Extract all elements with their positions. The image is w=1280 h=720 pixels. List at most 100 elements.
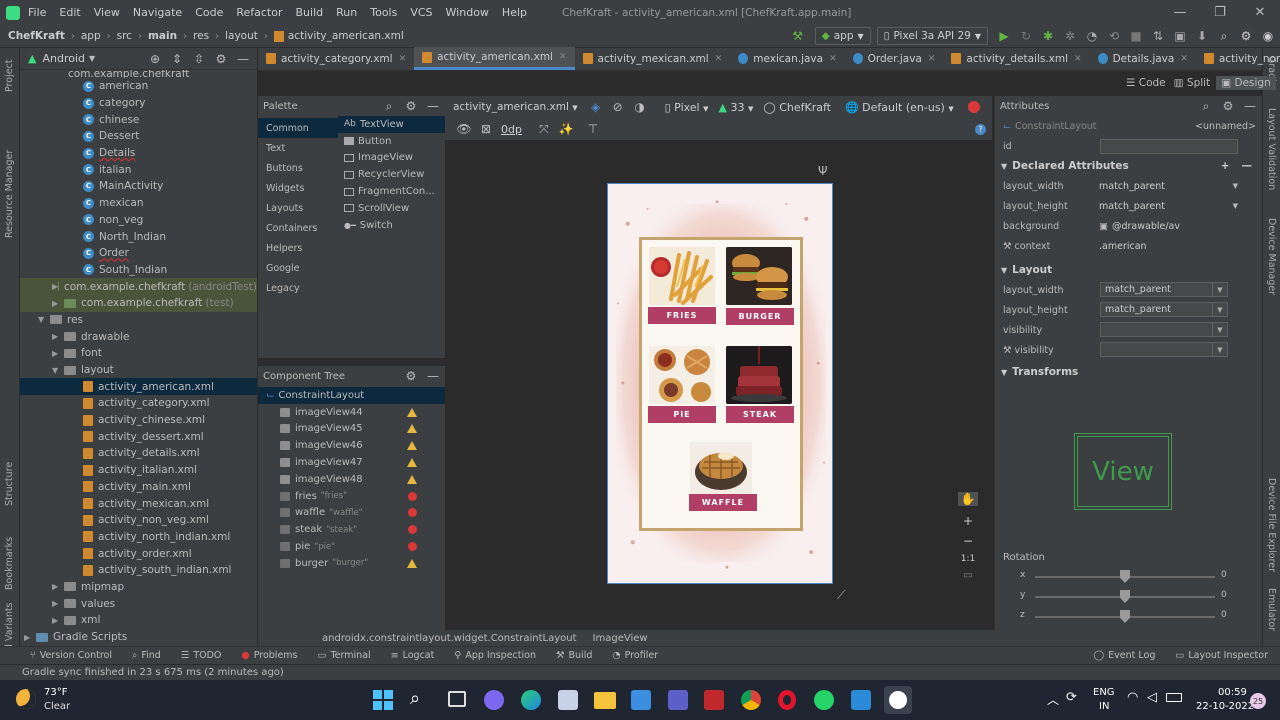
todo-tab[interactable]: ☰ TODO <box>181 650 222 661</box>
weather-condition[interactable]: Clear <box>44 701 70 712</box>
stop-icon[interactable]: ■ <box>1128 28 1144 44</box>
visibility-select[interactable]: ▼ <box>1100 322 1228 337</box>
profile-icon[interactable]: ◔ <box>1084 28 1100 44</box>
component-row[interactable]: imageView44 <box>258 404 445 421</box>
design-view-button[interactable]: ▣ Design <box>1216 76 1276 90</box>
error-icon[interactable] <box>968 101 980 113</box>
breadcrumb-main[interactable]: main <box>148 30 177 42</box>
photos-icon[interactable] <box>851 690 871 710</box>
tree-class[interactable]: Cmexican <box>20 195 257 212</box>
snipping-tool-icon[interactable] <box>558 690 578 710</box>
terminal-tab[interactable]: ▭ Terminal <box>318 650 371 661</box>
layout-width-select[interactable]: match_parent ▼ <box>1100 282 1228 297</box>
palette-item-fragmentcontainer[interactable]: FragmentCon... <box>338 183 445 200</box>
palette-category-legacy[interactable]: Legacy <box>258 278 338 298</box>
palette-category-widgets[interactable]: Widgets <box>258 178 338 198</box>
hide-panel-icon[interactable]: — <box>1242 98 1258 114</box>
debug-icon[interactable]: ✱ <box>1040 28 1056 44</box>
component-root[interactable]: ⌙ ConstraintLayout <box>258 387 445 404</box>
tree-layout-file[interactable]: activity_details.xml <box>20 445 257 462</box>
tree-layout-file[interactable]: activity_mexican.xml <box>20 495 257 512</box>
tree-layout-file[interactable]: activity_south_indian.xml <box>20 562 257 579</box>
default-margin-select[interactable]: 0dp <box>501 123 522 136</box>
avd-manager-icon[interactable]: ▣ <box>1172 28 1188 44</box>
resource-manager-tool-button[interactable]: Resource Manager <box>4 150 15 238</box>
palette-category-google[interactable]: Google <box>258 258 338 278</box>
project-view-mode-select[interactable]: Android <box>42 52 85 65</box>
palette-category-containers[interactable]: Containers <box>258 218 338 238</box>
tree-class[interactable]: C North_Indian <box>20 228 257 245</box>
tree-layout-file[interactable]: activity_italian.xml <box>20 462 257 479</box>
tree-layout-file[interactable]: activity_order.xml <box>20 545 257 562</box>
split-view-button[interactable]: ▥ Split <box>1174 77 1211 89</box>
tree-layout-file[interactable]: activity_north_indian.xml <box>20 529 257 546</box>
layout-section[interactable]: ▼ Layout <box>995 260 1262 280</box>
battery-icon[interactable] <box>1166 693 1182 702</box>
menu-help[interactable]: Help <box>502 6 527 19</box>
tab-activity-mexican[interactable]: activity_mexican.xml ✕ <box>575 47 731 70</box>
warning-icon[interactable] <box>407 474 417 484</box>
burger-image[interactable] <box>726 247 792 305</box>
region-indicator[interactable]: IN <box>1099 701 1109 712</box>
collapse-all-icon[interactable]: ⇳ <box>191 51 207 67</box>
zoom-actual-button[interactable]: 1:1 <box>961 554 975 564</box>
tree-layout-file[interactable]: activity_chinese.xml <box>20 412 257 429</box>
design-surface-icon[interactable]: ◈ <box>588 99 604 115</box>
tab-activity-american[interactable]: activity_american.xml ✕ <box>414 47 575 70</box>
menu-window[interactable]: Window <box>446 6 489 19</box>
fries-image[interactable] <box>649 247 715 305</box>
palette-item-recyclerview[interactable]: RecyclerView <box>338 166 445 183</box>
chat-icon[interactable] <box>484 690 504 710</box>
breadcrumb-file[interactable]: activity_american.xml <box>288 30 404 42</box>
run-config-select[interactable]: ◆ app ▼ <box>814 27 871 45</box>
component-row[interactable]: imageView46 <box>258 437 445 454</box>
warning-icon[interactable] <box>407 458 417 468</box>
palette-item-imageview[interactable]: ImageView <box>338 150 445 167</box>
volume-icon[interactable]: ◁ <box>1147 690 1157 705</box>
minimize-button[interactable]: — <box>1160 5 1200 20</box>
menu-file[interactable]: File <box>28 6 46 19</box>
tree-test-package[interactable]: ▶ com.example.chefkraft (androidTest) <box>20 278 257 295</box>
component-row[interactable]: steak "steak" <box>258 521 445 538</box>
tree-folder[interactable]: ▶ xml <box>20 612 257 629</box>
project-tool-button[interactable]: Project <box>4 59 15 92</box>
palette-item-textview[interactable]: Ab TextView <box>338 116 445 133</box>
file-select[interactable]: activity_american.xml ▼ <box>453 101 578 113</box>
expand-all-icon[interactable]: ⇕ <box>169 51 185 67</box>
chrome-icon[interactable] <box>741 690 761 710</box>
remove-attribute-icon[interactable]: — <box>1242 160 1253 172</box>
steak-label[interactable]: STEAK <box>726 406 794 423</box>
opera-icon[interactable] <box>778 690 796 710</box>
weather-moon-icon[interactable] <box>16 689 36 709</box>
code-view-button[interactable]: ☰ Code <box>1126 77 1166 89</box>
tree-class[interactable]: C Details <box>20 145 257 162</box>
warning-icon[interactable] <box>407 441 417 451</box>
show-hidden-icons[interactable]: ︿ <box>1047 691 1059 708</box>
clear-constraints-icon[interactable]: ⤧ <box>536 121 552 137</box>
component-row[interactable]: fries "fries" <box>258 488 445 505</box>
clock-date[interactable]: 22-10-2022 <box>1196 701 1254 712</box>
tab-order-java[interactable]: Order.java ✕ <box>845 47 944 70</box>
palette-item-scrollview[interactable]: ScrollView <box>338 200 445 217</box>
palette-item-button[interactable]: Button <box>338 133 445 150</box>
error-icon[interactable] <box>408 525 417 535</box>
tree-test-package[interactable]: ▶ com.example.chefkraft (test) <box>20 294 257 312</box>
tab-activity-category[interactable]: activity_category.xml ✕ <box>258 47 414 70</box>
maximize-button[interactable]: ❐ <box>1200 5 1240 20</box>
sync-tray-icon[interactable]: ⟳ <box>1066 690 1077 705</box>
add-attribute-icon[interactable]: + <box>1221 160 1230 172</box>
declared-attr-row[interactable]: layout_width match_parent ▼ <box>995 176 1262 196</box>
menu-run[interactable]: Run <box>336 6 357 19</box>
tree-layout-file[interactable]: activity_dessert.xml <box>20 428 257 445</box>
layout-inspector-tab[interactable]: ▭ Layout Inspector <box>1175 650 1268 661</box>
profiler-tab[interactable]: ◔ Profiler <box>612 650 658 661</box>
declared-attr-row[interactable]: ⚒ context .american <box>995 236 1262 256</box>
gear-icon[interactable]: ⚙ <box>213 51 229 67</box>
device-preview[interactable]: FRIES BURGER PIE STEAK WAFFLE <box>607 183 833 584</box>
guidelines-icon[interactable]: ⊤ <box>585 121 601 137</box>
menu-tools[interactable]: Tools <box>370 6 397 19</box>
wifi-icon[interactable]: ◠ <box>1127 690 1138 705</box>
bookmarks-tool-button[interactable]: Bookmarks <box>4 537 15 590</box>
search-icon[interactable]: ⌕ <box>1198 98 1214 114</box>
rotation-x-slider[interactable] <box>1035 570 1215 583</box>
